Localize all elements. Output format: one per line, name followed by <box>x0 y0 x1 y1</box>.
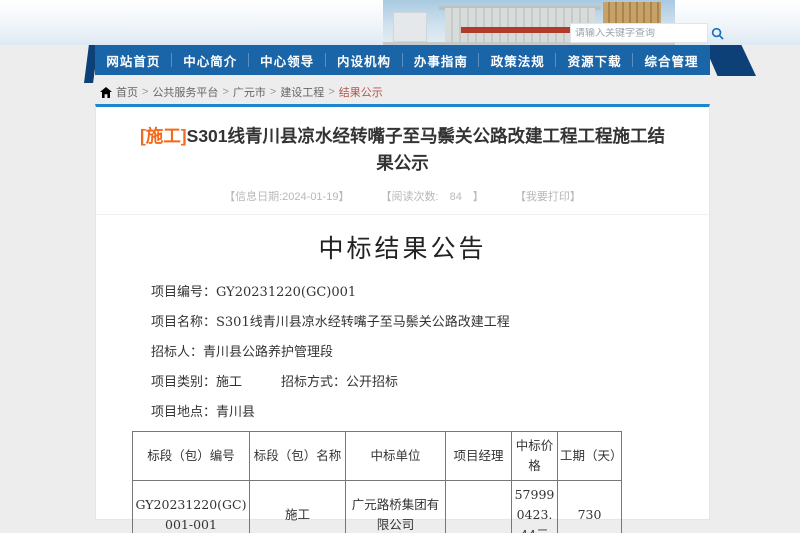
nav-item-orgs[interactable]: 内设机构 <box>326 45 403 75</box>
breadcrumb-separator: > <box>222 86 228 98</box>
col-duration: 工期（天） <box>558 432 622 481</box>
nav-item-leaders[interactable]: 中心领导 <box>249 45 326 75</box>
building-shape <box>393 12 427 42</box>
meta-views: 【阅读次数: 84 】 <box>381 191 484 203</box>
col-section-name: 标段（包）名称 <box>250 432 346 481</box>
nav-item-policies[interactable]: 政策法规 <box>479 45 556 75</box>
cell-bid-price: 579990423.44元 <box>512 481 558 533</box>
col-bid-price: 中标价格 <box>512 432 558 481</box>
breadcrumb-item-results: 结果公示 <box>339 84 383 100</box>
breadcrumb-separator: > <box>270 86 276 98</box>
nav-item-admin[interactable]: 综合管理 <box>633 45 710 75</box>
cell-section-number: GY20231220(GC)001-001 <box>133 481 250 533</box>
nav-item-downloads[interactable]: 资源下载 <box>556 45 633 75</box>
breadcrumb-item-service-platform[interactable]: 公共服务平台 <box>152 84 218 100</box>
col-project-manager: 项目经理 <box>446 432 512 481</box>
cell-section-name: 施工 <box>250 481 346 533</box>
cell-duration: 730 <box>558 481 622 533</box>
meta-date: 【信息日期:2024-01-19】 <box>224 191 349 203</box>
search-box <box>570 23 708 43</box>
cell-project-manager <box>446 481 512 533</box>
detail-project-name: 项目名称：S301线青川县凉水经转嘴子至马鬃关公路改建工程 <box>151 311 709 330</box>
cell-winning-bidder: 广元路桥集团有限公司 <box>346 481 446 533</box>
breadcrumb-item-city[interactable]: 广元市 <box>233 84 266 100</box>
table-header-row: 标段（包）编号 标段（包）名称 中标单位 项目经理 中标价格 工期（天） <box>133 432 622 481</box>
building-red-banner <box>461 27 579 33</box>
print-button[interactable]: 【我要打印】 <box>515 191 581 203</box>
breadcrumb-separator: > <box>142 86 148 98</box>
nav-item-guide[interactable]: 办事指南 <box>403 45 480 75</box>
article-title: [施工]S301线青川县凉水经转嘴子至马鬃关公路改建工程工程施工结果公示 <box>136 123 669 177</box>
page: 网站首页 中心简介 中心领导 内设机构 办事指南 政策法规 资源下载 综合管理 … <box>0 0 800 533</box>
search-icon[interactable] <box>711 25 724 41</box>
table-row: GY20231220(GC)001-001 施工 广元路桥集团有限公司 5799… <box>133 481 622 533</box>
breadcrumb-item-home[interactable]: 首页 <box>116 84 138 100</box>
breadcrumb-separator: > <box>328 86 334 98</box>
detail-project-number: 项目编号：GY20231220(GC)001 <box>151 281 709 300</box>
article-meta: 【信息日期:2024-01-19】 【阅读次数: 84 】 【我要打印】 <box>96 188 709 215</box>
detail-tenderer: 招标人：青川县公路养护管理段 <box>151 341 709 360</box>
breadcrumb: 首页 > 公共服务平台 > 广元市 > 建设工程 > 结果公示 <box>100 84 700 100</box>
nav-item-home[interactable]: 网站首页 <box>95 45 172 75</box>
article-card: [施工]S301线青川县凉水经转嘴子至马鬃关公路改建工程工程施工结果公示 【信息… <box>95 104 710 520</box>
bid-result-table: 标段（包）编号 标段（包）名称 中标单位 项目经理 中标价格 工期（天） GY2… <box>132 431 622 533</box>
announcement-heading: 中标结果公告 <box>96 229 709 265</box>
main-nav: 网站首页 中心简介 中心领导 内设机构 办事指南 政策法规 资源下载 综合管理 <box>95 45 710 75</box>
col-section-number: 标段（包）编号 <box>133 432 250 481</box>
nav-item-intro[interactable]: 中心简介 <box>172 45 249 75</box>
breadcrumb-item-construction[interactable]: 建设工程 <box>280 84 324 100</box>
project-details: 项目编号：GY20231220(GC)001 项目名称：S301线青川县凉水经转… <box>151 281 709 420</box>
search-input[interactable] <box>571 28 711 39</box>
article-title-text: S301线青川县凉水经转嘴子至马鬃关公路改建工程工程施工结果公示 <box>187 126 665 173</box>
col-winning-bidder: 中标单位 <box>346 432 446 481</box>
home-icon <box>100 87 112 98</box>
detail-location: 项目地点：青川县 <box>151 401 709 420</box>
nav-ribbon-fold-right <box>704 45 756 76</box>
article-tag: [施工] <box>140 126 187 146</box>
detail-category-method: 项目类别：施工 招标方式：公开招标 <box>151 371 709 390</box>
site-header <box>0 0 800 45</box>
